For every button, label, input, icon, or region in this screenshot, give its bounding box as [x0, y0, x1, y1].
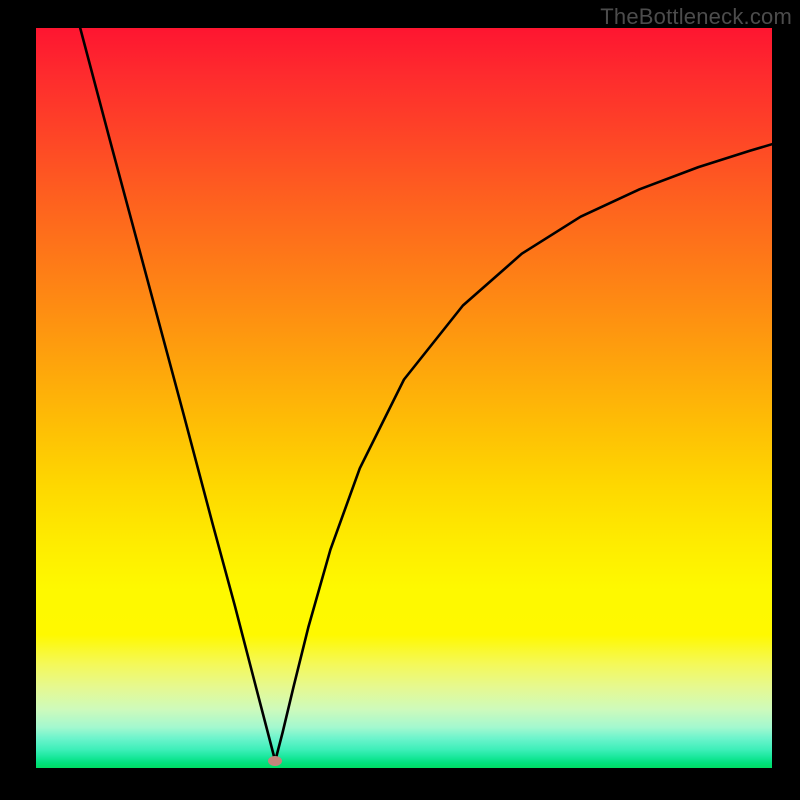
plot-area: [36, 28, 772, 768]
minimum-marker: [268, 756, 282, 766]
curve-path: [80, 28, 772, 761]
bottleneck-curve: [36, 28, 772, 768]
chart-frame: TheBottleneck.com: [0, 0, 800, 800]
watermark-text: TheBottleneck.com: [600, 4, 792, 30]
